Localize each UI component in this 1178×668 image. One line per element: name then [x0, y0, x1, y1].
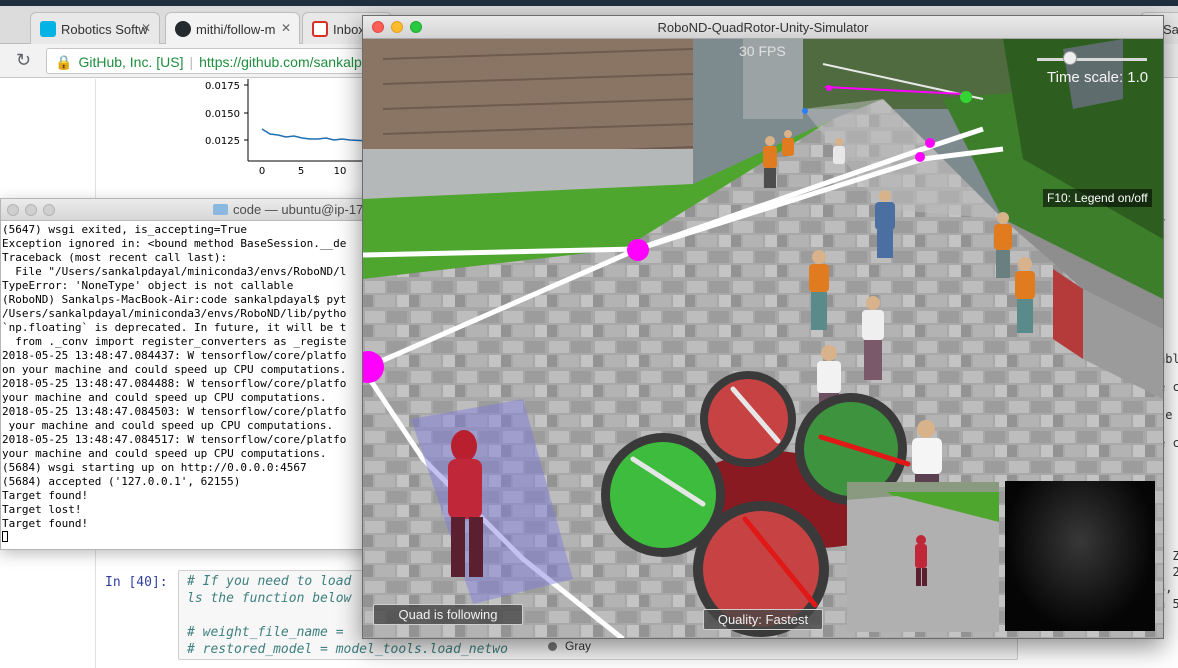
- url-text: https://github.com/sankalp: [199, 54, 362, 70]
- github-icon: [175, 21, 191, 37]
- minimize-button[interactable]: [25, 204, 37, 216]
- reload-icon[interactable]: ↻: [16, 50, 31, 71]
- camera-feed-rgb: [847, 482, 999, 632]
- terminal-line: Target found!: [2, 489, 89, 502]
- terminal-line: 2018-05-25 13:48:47.084503: W tensorflow…: [2, 405, 347, 418]
- tab-label: Sa: [1163, 22, 1178, 37]
- chart-ytick-label: 0.0150: [205, 109, 240, 120]
- chart-ytick-label: 0.0125: [205, 136, 240, 147]
- terminal-line: 2018-05-25 13:48:47.084488: W tensorflow…: [2, 377, 347, 390]
- terminal-line: your machine and could speed up CPU comp…: [2, 419, 334, 432]
- chart-xtick-label: 0: [259, 166, 265, 177]
- url-separator: |: [189, 54, 194, 70]
- terminal-line: 2018-05-25 13:48:47.084517: W tensorflow…: [2, 433, 347, 446]
- radio-icon: [548, 642, 557, 651]
- zoom-button[interactable]: [43, 204, 55, 216]
- terminal-line: on your machine and could speed up CPU c…: [2, 363, 347, 376]
- terminal-line: (RoboND) Sankalps-MacBook-Air:code sanka…: [2, 293, 347, 306]
- cell-prompt: In [40]:: [105, 575, 168, 590]
- terminal-output[interactable]: (5647) wsgi exited, is_accepting=True Exc…: [2, 223, 371, 549]
- simulator-titlebar[interactable]: RoboND-QuadRotor-Unity-Simulator: [363, 16, 1163, 39]
- rotor-green: [610, 442, 716, 548]
- terminal-line: (5684) accepted ('127.0.0.1', 62155): [2, 475, 241, 488]
- close-button[interactable]: [372, 21, 384, 33]
- terminal-line: your machine and could speed up CPU comp…: [2, 391, 327, 404]
- color-option-gray[interactable]: Gray: [548, 639, 591, 653]
- udacity-icon: [40, 21, 56, 37]
- loss-chart: 0.0175 0.0150 0.0125 0 5 10: [205, 79, 370, 177]
- time-scale-label: Time scale: 1.0: [1047, 69, 1149, 86]
- terminal-titlebar[interactable]: code — ubuntu@ip-17: [1, 199, 371, 221]
- lock-icon: 🔒: [55, 54, 73, 70]
- terminal-line: 2018-05-25 13:48:47.084437: W tensorflow…: [2, 349, 347, 362]
- time-scale-slider[interactable]: [1037, 58, 1147, 61]
- close-icon[interactable]: ✕: [141, 21, 151, 35]
- rgb-feed-image: [847, 482, 999, 632]
- terminal-line: Target found!: [2, 517, 89, 530]
- follow-status: Quad is following: [373, 604, 523, 625]
- tab-label: Inbox: [333, 22, 365, 37]
- terminal-line: `np.floating` is deprecated. In future, …: [2, 321, 347, 334]
- simulator-title: RoboND-QuadRotor-Unity-Simulator: [657, 20, 869, 35]
- secure-label: GitHub, Inc. [US]: [78, 54, 184, 70]
- code-line: ls the function below: [187, 591, 352, 606]
- code-line: # weight_file_name =: [187, 625, 344, 640]
- tab-github[interactable]: mithi/follow-m ✕: [165, 12, 300, 44]
- rotor-red: [708, 379, 788, 459]
- tab-robotics[interactable]: Robotics Softw ✕: [30, 12, 160, 44]
- code-line: # restored_model = model_tools.load_netw…: [187, 642, 508, 657]
- chart-xtick-label: 10: [334, 166, 347, 177]
- terminal-window[interactable]: code — ubuntu@ip-17 (5647) wsgi exited, …: [0, 198, 372, 550]
- tab-label: Robotics Softw: [61, 22, 148, 37]
- green-marker: [960, 91, 972, 103]
- simulator-window[interactable]: RoboND-QuadRotor-Unity-Simulator 30 FPS …: [362, 15, 1164, 639]
- minimize-button[interactable]: [391, 21, 403, 33]
- terminal-line: File "/Users/sankalpdayal/miniconda3/env…: [2, 265, 347, 278]
- terminal-title: code — ubuntu@ip-17: [233, 202, 364, 217]
- waypoint: [915, 152, 925, 162]
- camera-feed-depth: [1005, 481, 1155, 631]
- waypoint: [925, 138, 935, 148]
- terminal-line: TypeError: 'NoneType' object is not call…: [2, 279, 294, 292]
- blue-marker: [802, 108, 808, 114]
- gmail-icon: [312, 21, 328, 37]
- zoom-button[interactable]: [410, 21, 422, 33]
- time-scale-slider-thumb[interactable]: [1063, 51, 1077, 65]
- terminal-line: (5684) wsgi starting up on http://0.0.0.…: [2, 461, 307, 474]
- chart-xtick-group: 0 5 10: [259, 166, 347, 177]
- terminal-line: from ._conv import register_converters a…: [2, 335, 347, 348]
- terminal-line: your machine and could speed up CPU comp…: [2, 447, 327, 460]
- terminal-line: Exception ignored in: <bound method Base…: [2, 237, 347, 250]
- close-icon[interactable]: ✕: [281, 21, 291, 35]
- legend-hint: F10: Legend on/off: [1043, 189, 1152, 207]
- close-button[interactable]: [7, 204, 19, 216]
- terminal-line: (5647) wsgi exited, is_accepting=True: [2, 223, 248, 236]
- chart-ytick-label: 0.0175: [205, 81, 240, 92]
- quality-button[interactable]: Quality: Fastest: [703, 609, 823, 630]
- waypoint: [826, 85, 832, 91]
- terminal-line: Target lost!: [2, 503, 82, 516]
- color-option-label: Gray: [565, 639, 592, 653]
- chart-series-line: [261, 128, 370, 142]
- fps-counter: 30 FPS: [739, 43, 786, 59]
- code-line: # If you need to load: [187, 574, 352, 589]
- chart-ytick-group: 0.0175 0.0150 0.0125: [205, 81, 248, 147]
- chart-xtick-label: 5: [298, 166, 304, 177]
- waypoint: [627, 239, 649, 261]
- tab-label: mithi/follow-m: [196, 22, 276, 37]
- terminal-line: /Users/sankalpdayal/miniconda3/envs/Robo…: [2, 307, 347, 320]
- terminal-line: Traceback (most recent call last):: [2, 251, 228, 264]
- folder-icon: [213, 204, 228, 215]
- terminal-cursor: [2, 531, 8, 542]
